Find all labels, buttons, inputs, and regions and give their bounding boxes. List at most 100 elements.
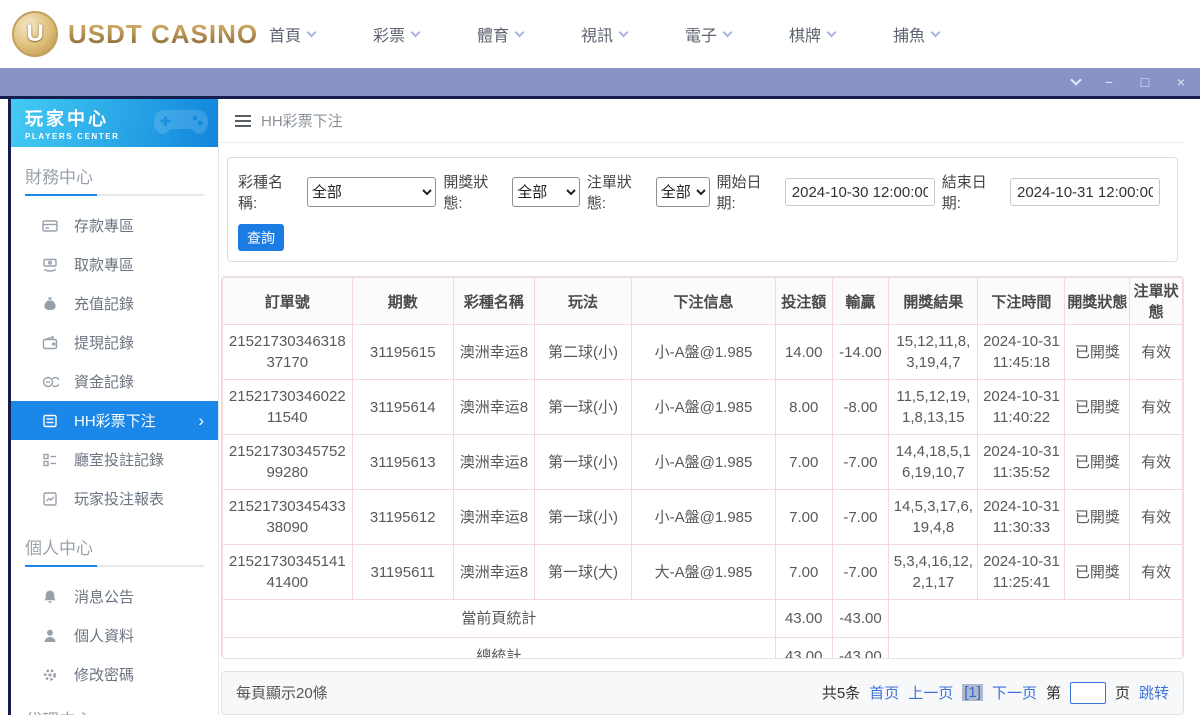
- end-date-input[interactable]: [1010, 178, 1160, 206]
- nav-item-lottery[interactable]: 彩票: [344, 22, 448, 46]
- total-count: 共5条: [821, 685, 861, 703]
- cell-lottery-name: 澳洲幸运8: [452, 544, 535, 600]
- window-close-button[interactable]: ×: [1174, 75, 1188, 89]
- summary-win-loss-total: -43.00: [831, 637, 890, 658]
- nav-item-home[interactable]: 首頁: [240, 22, 344, 46]
- checklist-icon: [41, 451, 59, 469]
- window-collapse-icon[interactable]: [1070, 74, 1082, 86]
- table-row: 2152173034575299280 31195613 澳洲幸运8 第一球(小…: [222, 434, 1183, 490]
- summary-empty: [888, 637, 1183, 658]
- sidebar-item-profile[interactable]: 個人資料: [11, 616, 218, 655]
- nav-item-cards[interactable]: 棋牌: [760, 22, 864, 46]
- section-divider: [25, 565, 204, 567]
- brand-logo[interactable]: U USDT CASINO: [0, 11, 257, 57]
- cell-draw-status: 已開獎: [1064, 544, 1131, 600]
- window-titlebar: − □ ×: [0, 68, 1200, 96]
- column-header-lottery-name: 彩種名稱: [452, 277, 535, 325]
- cell-bet-info: 小-A盤@1.985: [631, 379, 776, 435]
- nav-item-live[interactable]: 視訊: [552, 22, 656, 46]
- cell-issue: 31195613: [351, 434, 454, 490]
- start-date-label: 開始日期:: [716, 174, 762, 212]
- money-bag-icon: [41, 295, 59, 313]
- sidebar-item-player-bet-report[interactable]: 玩家投注報表: [11, 479, 218, 518]
- first-page-link[interactable]: 首页: [869, 682, 899, 703]
- sidebar-item-recharge-record[interactable]: 充值記錄: [11, 284, 218, 323]
- bell-icon: [41, 588, 59, 606]
- cell-bet-time: 2024-10-31 11:25:41: [977, 544, 1066, 600]
- finance-menu: 存款專區 取款專區 充值記錄 提現記錄 資金記錄 HH彩票下注 › 廳室投註記錄…: [11, 206, 218, 518]
- cell-draw-result: 15,12,11,8,3,19,4,7: [888, 324, 979, 380]
- sidebar-item-withdrawal-record[interactable]: 提現記錄: [11, 323, 218, 362]
- section-title-finance: 財務中心: [25, 168, 93, 187]
- page-title: HH彩票下注: [261, 113, 343, 130]
- bets-table-panel: 訂單號 期數 彩種名稱 玩法 下注信息 投注額 輸贏 開獎結果 下注時間 開獎狀…: [221, 276, 1184, 659]
- jump-link[interactable]: 跳转: [1139, 682, 1169, 703]
- summary-label: 總統計: [222, 637, 776, 658]
- chevron-down-icon: [826, 27, 837, 37]
- cell-draw-status: 已開獎: [1064, 324, 1131, 380]
- cell-play-type: 第二球(小): [533, 324, 633, 380]
- cell-win-loss: -7.00: [831, 434, 890, 490]
- top-nav: 首頁 彩票 體育 視訊 電子 棋牌 捕魚: [240, 22, 1200, 46]
- cell-bet-time: 2024-10-31 11:45:18: [977, 324, 1066, 380]
- summary-win-loss-total: -43.00: [831, 599, 890, 638]
- column-header-order-status: 注單狀態: [1129, 277, 1183, 325]
- column-header-issue: 期數: [351, 277, 454, 325]
- sidebar-item-room-bet-record[interactable]: 廳室投註記錄: [11, 440, 218, 479]
- cell-bet-info: 小-A盤@1.985: [631, 434, 776, 490]
- next-page-link[interactable]: 下一页: [992, 682, 1037, 703]
- cell-bet-amount: 7.00: [774, 434, 833, 490]
- window-maximize-button[interactable]: □: [1138, 75, 1152, 89]
- sidebar-item-notices[interactable]: 消息公告: [11, 577, 218, 616]
- column-header-bet-info: 下注信息: [631, 277, 776, 325]
- cell-order-status: 有效: [1129, 544, 1183, 600]
- search-button[interactable]: 查詢: [238, 224, 284, 251]
- page-jump-input[interactable]: [1069, 681, 1106, 704]
- cell-play-type: 第一球(小): [533, 379, 633, 435]
- cell-lottery-name: 澳洲幸运8: [452, 489, 535, 545]
- gear-icon: [41, 666, 59, 684]
- window-minimize-button[interactable]: −: [1102, 75, 1116, 89]
- top-header: U USDT CASINO 首頁 彩票 體育 視訊 電子 棋牌 捕魚: [0, 0, 1200, 68]
- cell-issue: 31195611: [351, 544, 454, 600]
- summary-row-current-page: 當前頁統計 43.00 -43.00: [222, 599, 1183, 638]
- breadcrumb: HH彩票下注: [219, 99, 1186, 143]
- table-row: 2152173034514141400 31195611 澳洲幸运8 第一球(大…: [222, 544, 1183, 600]
- prev-page-link[interactable]: 上一页: [908, 682, 953, 703]
- nav-item-slots[interactable]: 電子: [656, 22, 760, 46]
- sidebar-item-funds-record[interactable]: 資金記錄: [11, 362, 218, 401]
- sidebar-item-withdraw[interactable]: 取款專區: [11, 245, 218, 284]
- order-status-select[interactable]: 全部: [655, 177, 710, 207]
- summary-empty: [888, 599, 1183, 638]
- menu-icon[interactable]: [235, 114, 251, 127]
- cell-lottery-name: 澳洲幸运8: [452, 324, 535, 380]
- nav-item-fishing[interactable]: 捕魚: [864, 22, 968, 46]
- column-header-order-no: 訂單號: [222, 277, 353, 325]
- sidebar-item-hh-lottery-bets[interactable]: HH彩票下注 ›: [11, 401, 218, 440]
- lottery-list-icon: [41, 412, 59, 430]
- chevron-right-icon: ›: [198, 410, 204, 430]
- sidebar-item-deposit[interactable]: 存款專區: [11, 206, 218, 245]
- cell-bet-amount: 14.00: [774, 324, 833, 380]
- main-content: HH彩票下注 彩種名稱: 全部 開獎狀態: 全部 注單狀態: 全部 開始日期: …: [219, 99, 1200, 715]
- chevron-down-icon: [930, 27, 941, 37]
- cell-order-status: 有效: [1129, 489, 1183, 545]
- cell-bet-amount: 7.00: [774, 544, 833, 600]
- bets-table: 訂單號 期數 彩種名稱 玩法 下注信息 投注額 輸贏 開獎結果 下注時間 開獎狀…: [222, 277, 1183, 658]
- cell-order-no: 2152173034543338090: [222, 489, 353, 545]
- lottery-name-select[interactable]: 全部: [306, 177, 437, 207]
- draw-status-select[interactable]: 全部: [512, 177, 580, 207]
- cell-bet-amount: 8.00: [774, 379, 833, 435]
- cell-order-status: 有效: [1129, 379, 1183, 435]
- chevron-down-icon: [618, 27, 629, 37]
- summary-row-grand-total: 總統計 43.00 -43.00: [222, 637, 1183, 658]
- cell-order-status: 有效: [1129, 324, 1183, 380]
- sidebar-item-change-password[interactable]: 修改密碼: [11, 655, 218, 694]
- screen: U USDT CASINO 首頁 彩票 體育 視訊 電子 棋牌 捕魚 − □ ×…: [0, 0, 1200, 715]
- start-date-input[interactable]: [784, 178, 935, 206]
- section-title-personal: 個人中心: [25, 539, 93, 558]
- nav-item-sports[interactable]: 體育: [448, 22, 552, 46]
- chevron-down-icon: [410, 27, 421, 37]
- deposit-card-icon: [41, 217, 59, 235]
- cell-play-type: 第一球(小): [533, 489, 633, 545]
